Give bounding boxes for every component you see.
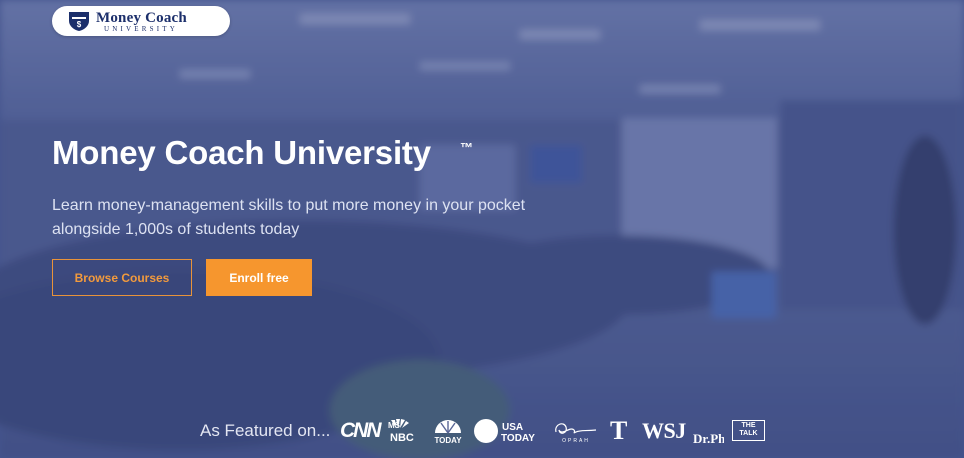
enroll-free-button[interactable]: Enroll free (206, 259, 312, 296)
featured-on-bar: As Featured on... CNN MS NBC TODAY USA T… (0, 410, 964, 450)
oprah-logo: OPRAH (550, 418, 600, 444)
dr-phil-logo: Dr.Phil (692, 416, 733, 446)
featured-label: As Featured on... (200, 421, 331, 440)
browse-courses-button[interactable]: Browse Courses (52, 259, 192, 296)
msnbc-bottom-text: NBC (390, 432, 414, 444)
nyt-logo: T (610, 416, 628, 445)
the-talk-bottom-text: TALK (739, 430, 758, 437)
wsj-logo: WSJ (642, 418, 686, 443)
usa-today-logo: USA TODAY (474, 418, 540, 444)
the-talk-top-text: THE (741, 422, 756, 429)
hero-title: Money Coach University (52, 134, 431, 171)
hero-section: $ Money Coach UNIVERSITY Money Coach Uni… (0, 0, 964, 458)
msnbc-top-text: MS (388, 421, 401, 430)
brand-logo[interactable]: $ Money Coach UNIVERSITY (52, 6, 230, 36)
trademark-symbol: ™ (460, 140, 473, 155)
usa-text: USA (502, 422, 523, 433)
oprah-text: OPRAH (562, 438, 590, 444)
usa-today-text: TODAY (501, 433, 535, 444)
brand-sub: UNIVERSITY (104, 25, 178, 33)
today-show-logo: TODAY (431, 418, 465, 445)
the-talk-logo: THE TALK (732, 420, 765, 441)
dr-phil-text: Dr.Phil (693, 431, 724, 446)
today-text: TODAY (434, 436, 462, 444)
hero-subtitle: Learn money-management skills to put mor… (52, 197, 526, 238)
msnbc-logo: MS NBC (386, 418, 422, 444)
cnn-logo: CNN (340, 419, 381, 442)
